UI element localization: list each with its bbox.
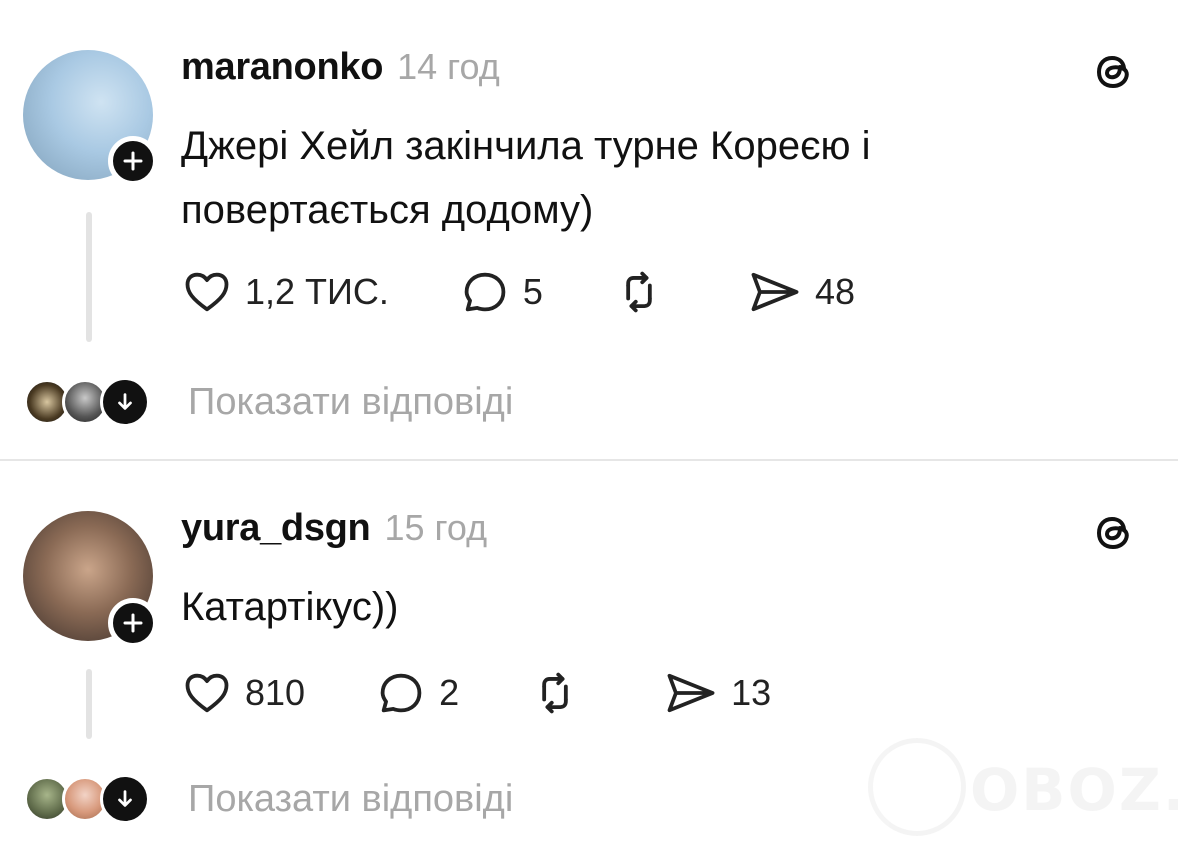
like-count: 1,2 ТИС. [245,271,389,312]
share-button[interactable]: 48 [747,266,855,318]
post-card: maranonko 14 год Джері Хейл закінчила ту… [0,0,1178,460]
heart-icon [185,272,229,312]
post-text: Джері Хейл закінчила турне Кореєю і пове… [181,124,871,232]
thread-line [86,669,92,739]
repost-button[interactable] [613,266,677,318]
like-button[interactable]: 1,2 ТИС. [181,266,389,318]
username[interactable]: maranonko [181,46,383,89]
heart-icon [185,673,229,713]
post-header: yura_dsgn 15 год [181,507,487,550]
watermark: OBOZ.UA [868,738,1178,838]
share-count: 13 [731,672,772,713]
comment-button[interactable]: 2 [375,667,459,719]
share-button[interactable]: 13 [663,667,771,719]
comment-button[interactable]: 5 [459,266,543,318]
plus-icon [123,151,143,171]
threads-logo-icon[interactable] [1090,509,1138,557]
repost-button[interactable] [529,667,593,719]
repost-icon [626,271,652,313]
post-time: 15 год [384,507,488,548]
arrow-down-icon [118,393,132,410]
post-time: 14 год [397,46,500,87]
show-replies-row[interactable]: Показати відповіді [24,774,513,824]
expand-replies-button[interactable] [100,377,150,427]
post-actions: 1,2 ТИС. 5 48 [181,266,925,318]
like-count: 810 [245,672,306,713]
follow-button[interactable] [108,136,158,186]
post-actions: 810 2 13 [181,667,841,719]
plus-icon [123,613,143,633]
like-button[interactable]: 810 [181,667,305,719]
comment-count: 5 [522,271,543,312]
repost-icon [542,672,568,714]
follow-button[interactable] [108,598,158,648]
show-replies-link[interactable]: Показати відповіді [188,381,513,424]
watermark-text: OBOZ.UA [970,756,1178,824]
comment-count: 2 [439,672,460,713]
post-text: Катартікус)) [181,585,399,629]
post-header: maranonko 14 год [181,46,500,89]
arrow-down-icon [118,790,132,807]
show-replies-link[interactable]: Показати відповіді [188,778,513,821]
comment-bubble-icon [464,272,506,312]
show-replies-row[interactable]: Показати відповіді [24,377,513,427]
send-icon [751,272,799,312]
expand-replies-button[interactable] [100,774,150,824]
share-count: 48 [814,271,855,312]
threads-logo-icon[interactable] [1090,48,1138,96]
username[interactable]: yura_dsgn [181,507,371,550]
thread-line [86,212,92,342]
watermark-logo-icon [868,738,966,836]
send-icon [667,673,715,713]
comment-bubble-icon [380,673,422,713]
